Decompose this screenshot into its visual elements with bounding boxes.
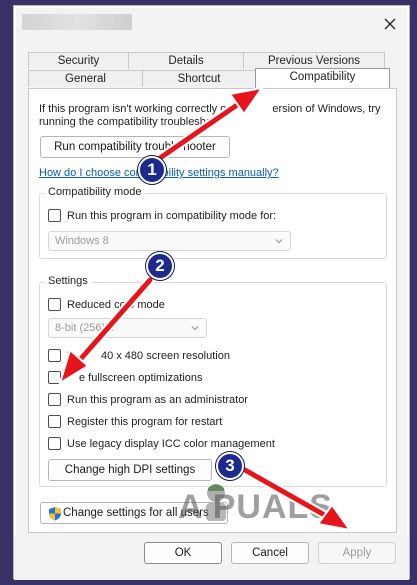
close-icon [384,18,396,30]
compat-mode-checkbox-row[interactable]: Run this program in compatibility mode f… [48,209,276,222]
chevron-down-icon [275,239,283,244]
legacy-icc-row[interactable]: Use legacy display ICC color management [48,437,275,450]
intro-text-start: If this program isn't working correctly … [39,103,227,115]
intro-text-end: ersion of Windows, try [272,103,381,115]
settings-label: Settings [45,275,91,287]
resolution-label: 40 x 480 screen resolution [100,349,230,362]
resolution-row[interactable]: R 40 x 480 screen resolution [48,349,230,362]
title-bar [14,6,409,40]
compatibility-panel: If this program isn't working correctly … [28,88,397,533]
blurred-title [22,14,132,30]
tab-shortcut[interactable]: Shortcut [142,70,256,87]
compat-os-select-value: Windows 8 [55,235,109,247]
compat-mode-checkbox-label: Run this program in compatibility mode f… [67,209,277,222]
reduced-color-checkbox[interactable] [48,298,61,311]
resolution-checkbox[interactable] [48,349,61,362]
step-badge-1: 1 [138,156,166,184]
compatibility-mode-label: Compatibility mode [45,186,145,198]
compatibility-mode-group: Compatibility mode Run this program in c… [39,186,387,259]
shield-icon [49,507,61,521]
run-as-admin-checkbox[interactable] [48,393,61,406]
change-dpi-button[interactable]: Change high DPI settings [48,459,212,481]
appuals-watermark: A PUALS [178,488,333,526]
reduced-color-label: Reduced colo mode [67,298,165,311]
fullscreen-label: e fullscreen optimizations [79,371,203,384]
register-restart-label: Register this program for restart [67,415,223,428]
intro-text-line1: If this program isn't working correctly … [39,103,381,115]
register-restart-row[interactable]: Register this program for restart [48,415,222,428]
legacy-icc-label: Use legacy display ICC color management [67,437,275,450]
ok-button[interactable]: OK [144,542,222,564]
settings-group: Settings Reduced colo mode 8-bit (256) c… [39,275,387,487]
tab-compatibility[interactable]: Compatibility [255,68,390,88]
tab-security[interactable]: Security [28,52,129,69]
fullscreen-checkbox[interactable] [48,371,61,384]
step-badge-2: 2 [146,252,174,280]
color-depth-value: 8-bit (256) c [55,322,114,334]
tab-previous-versions[interactable]: Previous Versions [243,52,385,69]
legacy-icc-checkbox[interactable] [48,437,61,450]
dialog-footer: OK Cancel Apply [14,536,409,580]
color-depth-select[interactable]: 8-bit (256) c [48,318,207,338]
compat-mode-checkbox[interactable] [48,209,61,222]
run-as-admin-row[interactable]: Run this program as an administrator [48,393,248,406]
compat-os-select[interactable]: Windows 8 [48,231,291,251]
reduced-color-row[interactable]: Reduced colo mode [48,298,165,311]
tab-general[interactable]: General [28,70,143,87]
close-button[interactable] [379,14,401,34]
step-badge-3: 3 [216,452,244,480]
fullscreen-row[interactable]: e fullscreen optimizations [48,371,203,384]
chevron-down-icon [191,326,199,331]
run-as-admin-label: Run this program as an administrator [67,393,248,406]
intro-text-line2: running the compatibility troublesho [39,116,213,128]
resolution-label-prefix: R [67,349,75,362]
register-restart-checkbox[interactable] [48,415,61,428]
run-troubleshooter-button[interactable]: Run compatibility trouble hooter [40,136,230,158]
apply-button[interactable]: Apply [318,542,396,564]
tab-details[interactable]: Details [128,52,244,69]
cancel-button[interactable]: Cancel [231,542,309,564]
